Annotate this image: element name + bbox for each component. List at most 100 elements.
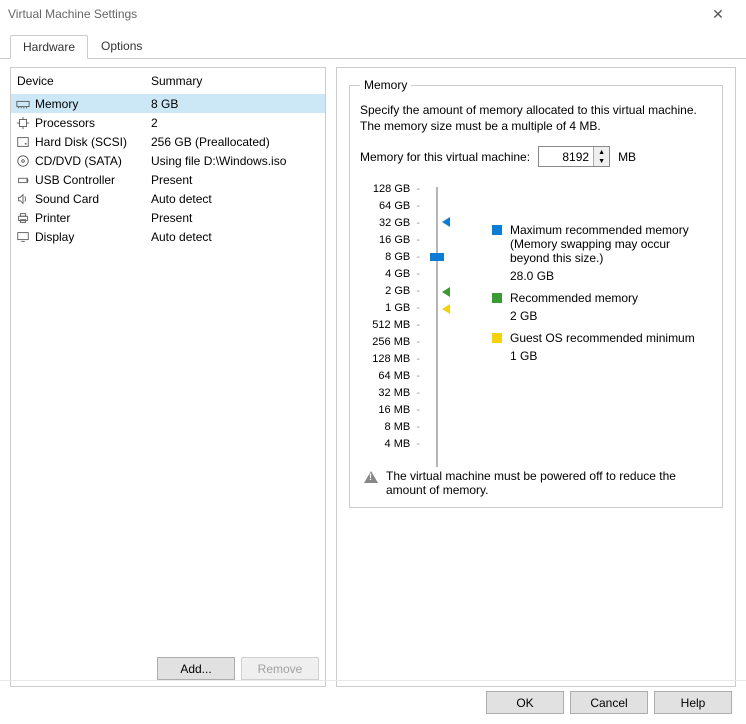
warning-row: The virtual machine must be powered off … [360,469,712,497]
memory-icon [15,96,31,112]
tick-label: 128 GB [360,181,420,198]
max-marker-icon [442,217,450,227]
min-marker-icon [442,304,450,314]
usb-icon [15,172,31,188]
legend-max-sub: (Memory swapping may occur beyond this s… [510,237,712,265]
device-name: Sound Card [35,192,151,206]
device-name: Printer [35,211,151,225]
spin-down-icon[interactable]: ▼ [594,157,609,167]
slider-track[interactable] [436,187,438,467]
device-name: USB Controller [35,173,151,187]
tab-strip: Hardware Options [0,28,746,59]
tick-label: 4 MB [360,436,420,453]
dialog-footer: OK Cancel Help [0,680,746,724]
tick-label: 8 GB [360,249,420,266]
device-summary: Auto detect [151,230,321,244]
device-row-printer[interactable]: PrinterPresent [11,208,325,227]
memory-slider-area: 128 GB64 GB32 GB16 GB8 GB4 GB2 GB1 GB512… [360,181,712,453]
tick-label: 32 GB [360,215,420,232]
cancel-button[interactable]: Cancel [570,691,648,714]
device-name: CD/DVD (SATA) [35,154,151,168]
device-row-cpu[interactable]: Processors2 [11,113,325,132]
device-list: Memory8 GBProcessors2Hard Disk (SCSI)256… [11,94,325,651]
device-name: Memory [35,97,151,111]
recommended-marker-icon [442,287,450,297]
sound-icon [15,191,31,207]
memory-input[interactable] [539,147,593,166]
cpu-icon [15,115,31,131]
spin-up-icon[interactable]: ▲ [594,147,609,157]
disk-icon [15,134,31,150]
tab-options[interactable]: Options [88,34,155,58]
legend-min: Guest OS recommended minimum 1 GB [492,331,712,363]
body-area: Device Summary Memory8 GBProcessors2Hard… [0,59,746,695]
ok-button[interactable]: OK [486,691,564,714]
legend-max: Maximum recommended memory (Memory swapp… [492,223,712,283]
square-icon [492,225,502,235]
device-list-header: Device Summary [11,68,325,94]
memory-fieldset: Memory Specify the amount of memory allo… [349,78,723,508]
tick-label: 32 MB [360,385,420,402]
tick-label: 64 GB [360,198,420,215]
cd-icon [15,153,31,169]
header-summary: Summary [151,74,202,88]
device-row-display[interactable]: DisplayAuto detect [11,227,325,246]
device-row-sound[interactable]: Sound CardAuto detect [11,189,325,208]
titlebar: Virtual Machine Settings ✕ [0,0,746,28]
legend-max-value: 28.0 GB [510,269,712,283]
tick-label: 1 GB [360,300,420,317]
legend-rec-title: Recommended memory [510,291,638,305]
memory-legend: Memory [360,78,411,92]
tick-label: 128 MB [360,351,420,368]
device-row-disk[interactable]: Hard Disk (SCSI)256 GB (Preallocated) [11,132,325,151]
square-icon [492,293,502,303]
square-icon [492,333,502,343]
device-summary: 256 GB (Preallocated) [151,135,321,149]
device-panel: Device Summary Memory8 GBProcessors2Hard… [10,67,326,687]
memory-input-label: Memory for this virtual machine: [360,150,530,164]
tick-labels: 128 GB64 GB32 GB16 GB8 GB4 GB2 GB1 GB512… [360,181,420,453]
device-summary: 2 [151,116,321,130]
memory-spinner: ▲ ▼ [538,146,610,167]
legend-min-value: 1 GB [510,349,695,363]
device-summary: 8 GB [151,97,321,111]
tick-label: 256 MB [360,334,420,351]
device-name: Display [35,230,151,244]
memory-input-row: Memory for this virtual machine: ▲ ▼ MB [360,146,712,167]
device-summary: Using file D:\Windows.iso [151,154,321,168]
header-device: Device [17,74,151,88]
remove-button[interactable]: Remove [241,657,319,680]
memory-legend-col: Maximum recommended memory (Memory swapp… [492,181,712,453]
memory-description: Specify the amount of memory allocated t… [360,102,712,134]
add-button[interactable]: Add... [157,657,235,680]
slider-track-col [426,181,450,453]
device-summary: Present [151,211,321,225]
device-name: Processors [35,116,151,130]
device-summary: Present [151,173,321,187]
tab-hardware[interactable]: Hardware [10,35,88,59]
device-row-memory[interactable]: Memory8 GB [11,94,325,113]
tick-label: 16 MB [360,402,420,419]
device-summary: Auto detect [151,192,321,206]
vm-settings-window: Virtual Machine Settings ✕ Hardware Opti… [0,0,746,724]
device-row-cd[interactable]: CD/DVD (SATA)Using file D:\Windows.iso [11,151,325,170]
tick-label: 16 GB [360,232,420,249]
legend-rec: Recommended memory 2 GB [492,291,712,323]
detail-panel: Memory Specify the amount of memory allo… [336,67,736,687]
slider-thumb[interactable] [430,253,444,261]
device-name: Hard Disk (SCSI) [35,135,151,149]
legend-min-title: Guest OS recommended minimum [510,331,695,345]
device-row-usb[interactable]: USB ControllerPresent [11,170,325,189]
memory-unit: MB [618,150,636,164]
tick-label: 8 MB [360,419,420,436]
help-button[interactable]: Help [654,691,732,714]
printer-icon [15,210,31,226]
tick-label: 4 GB [360,266,420,283]
spinner-buttons: ▲ ▼ [593,147,609,166]
warning-icon [364,471,378,483]
legend-rec-value: 2 GB [510,309,638,323]
warning-text: The virtual machine must be powered off … [386,469,708,497]
window-title: Virtual Machine Settings [8,7,698,21]
close-icon[interactable]: ✕ [698,6,738,23]
tick-label: 2 GB [360,283,420,300]
